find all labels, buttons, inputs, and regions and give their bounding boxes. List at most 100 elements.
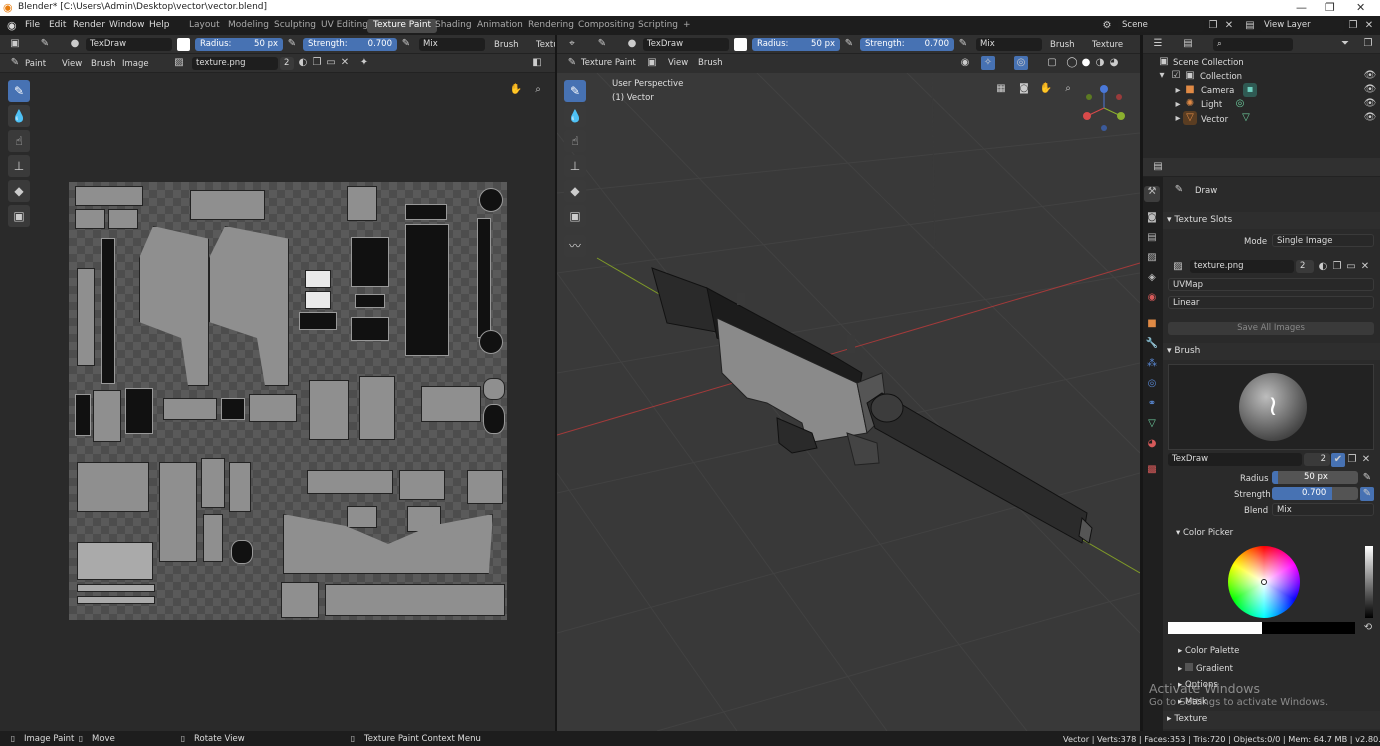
strength-slider[interactable]: Strength: 0.700 — [303, 38, 397, 51]
scene-copy-icon[interactable]: ❐ — [1206, 19, 1220, 33]
tab-uv-editing[interactable]: UV Editing — [315, 19, 374, 33]
slot-image-browse-icon[interactable]: ▨ — [1171, 260, 1185, 274]
outliner-collection[interactable]: Collection — [1200, 72, 1242, 82]
viewport-brush-menu-2[interactable]: Brush — [698, 58, 723, 68]
output-tab-icon[interactable]: ▤ — [1144, 232, 1160, 248]
brush-preview[interactable]: ≀ — [1168, 364, 1374, 450]
viewport-blend-dropdown[interactable]: Mix — [976, 38, 1042, 51]
menu-file[interactable]: File — [25, 20, 40, 30]
menu-help[interactable]: Help — [149, 20, 170, 30]
color-swap-icon[interactable]: ⟲ — [1361, 621, 1375, 635]
wireframe-shading-icon[interactable]: ◯ — [1065, 56, 1079, 70]
annotate-tool-button[interactable]: 〰 — [564, 235, 586, 257]
brush-name-field-props[interactable]: TexDraw — [1168, 453, 1302, 466]
tab-texture-paint[interactable]: Texture Paint — [367, 19, 438, 33]
collection-expand-icon[interactable]: ▾ — [1155, 69, 1169, 83]
add-workspace-button[interactable]: + — [677, 19, 697, 33]
constraints-tab-icon[interactable]: ⚭ — [1144, 398, 1160, 414]
viewport-mode-dropdown[interactable]: Texture Paint — [581, 58, 636, 68]
outliner-light[interactable]: Light — [1201, 100, 1222, 110]
zoom-view-icon[interactable]: ⌕ — [531, 83, 545, 97]
viewport-view-menu[interactable]: View — [668, 58, 688, 68]
viewport-pan-icon[interactable]: ✋ — [1039, 82, 1053, 96]
brush-name-field[interactable]: TexDraw — [86, 38, 172, 51]
properties-editor-type-icon[interactable]: ▤ — [1151, 160, 1165, 174]
brush-panel-header[interactable]: ▾ Brush — [1163, 343, 1380, 360]
data-tab-icon[interactable]: ▽ — [1144, 418, 1160, 434]
vector-visibility-icon[interactable]: 👁 — [1363, 111, 1377, 125]
pan-view-icon[interactable]: ✋ — [509, 83, 523, 97]
props-strength-slider[interactable]: 0.700 — [1272, 487, 1358, 500]
world-tab-icon[interactable]: ◉ — [1144, 292, 1160, 308]
texture-paint-mode-icon[interactable]: ✎ — [565, 56, 579, 70]
color-picker-header[interactable]: ▾ Color Picker — [1176, 528, 1233, 538]
image-brush-menu[interactable]: Brush — [91, 59, 116, 69]
gizmo-toggle-icon[interactable]: ✧ — [981, 56, 995, 70]
draw-tool-button[interactable]: ✎ — [8, 80, 30, 102]
soften-tool-button[interactable]: 💧 — [8, 105, 30, 127]
viewport-zoom-icon[interactable]: ⌕ — [1061, 82, 1075, 96]
view-layer-copy-icon[interactable]: ❐ — [1346, 19, 1360, 33]
clone-tool-button[interactable]: ⊥ — [8, 155, 30, 177]
texture-panel-header[interactable]: ▸ Texture — [1163, 711, 1380, 729]
physics-tab-icon[interactable]: ◎ — [1144, 378, 1160, 394]
props-radius-pressure-icon[interactable]: ✎ — [1360, 471, 1374, 485]
camera-view-icon[interactable]: ◙ — [1017, 82, 1031, 96]
viewport-color-swatch[interactable] — [734, 38, 747, 51]
tab-layout[interactable]: Layout — [183, 19, 226, 33]
color-wheel[interactable] — [1228, 546, 1300, 618]
object-tab-icon[interactable]: ■ — [1144, 318, 1160, 334]
color-cursor[interactable] — [1261, 579, 1267, 585]
viewport-draw-tool-button[interactable]: ✎ — [564, 80, 586, 102]
viewport-editor-type-icon[interactable]: ⌖ — [565, 37, 579, 51]
viewport-radius-pressure-icon[interactable]: ✎ — [842, 37, 856, 51]
props-blend-dropdown[interactable]: Mix — [1272, 503, 1374, 516]
gradient-header[interactable]: ▸ Gradient — [1178, 663, 1233, 674]
viewport-smear-tool-button[interactable]: ☝ — [564, 130, 586, 152]
editor-type-icon[interactable]: ▣ — [8, 37, 22, 51]
viewport-strength-pressure-icon[interactable]: ✎ — [956, 37, 970, 51]
tab-sculpting[interactable]: Sculpting — [268, 19, 322, 33]
sidebar-toggle-icon[interactable]: ◧ — [530, 56, 544, 70]
interpolation-dropdown[interactable]: Linear — [1168, 296, 1374, 309]
image-editor-canvas[interactable]: ✎ 💧 ☝ ⊥ ◆ ▣ ✋ ⌕ — [0, 73, 555, 731]
view-layer-icon[interactable]: ▤ — [1243, 19, 1257, 33]
image-users-count[interactable]: 2 — [280, 57, 294, 70]
props-strength-pressure-icon[interactable]: ✎ — [1360, 487, 1374, 501]
slot-image-users[interactable]: 2 — [1296, 260, 1314, 273]
gradient-checkbox-icon[interactable] — [1184, 663, 1193, 671]
smear-tool-button[interactable]: ☝ — [8, 130, 30, 152]
fill-tool-button[interactable]: ◆ — [8, 180, 30, 202]
viewport-fill-tool-button[interactable]: ◆ — [564, 180, 586, 202]
image-view-menu[interactable]: View — [62, 59, 82, 69]
maximize-icon[interactable]: ❐ — [1325, 1, 1335, 14]
brush-fake-user-icon[interactable]: ✔ — [1331, 453, 1345, 467]
collection-checkbox-icon[interactable]: ☑ — [1169, 69, 1183, 83]
paint-mode-dropdown[interactable]: Paint — [25, 59, 46, 69]
outliner-scene-collection[interactable]: Scene Collection — [1173, 58, 1244, 68]
rendered-shading-icon[interactable]: ◕ — [1107, 56, 1121, 70]
tab-animation[interactable]: Animation — [471, 19, 529, 33]
outliner-camera[interactable]: Camera — [1201, 86, 1234, 96]
filter-icon[interactable]: ⏷ — [1338, 37, 1352, 51]
modifier-tab-icon[interactable]: 🔧 — [1144, 338, 1160, 354]
overlay-toggle-icon[interactable]: ◎ — [1014, 56, 1028, 70]
save-all-images-button[interactable]: Save All Images — [1168, 322, 1374, 335]
texture-tab-icon[interactable]: ▩ — [1144, 464, 1160, 480]
brush-browse-icon[interactable]: ● — [68, 37, 82, 51]
viewport-soften-tool-button[interactable]: 💧 — [564, 105, 586, 127]
unlink-image-icon[interactable]: ✕ — [338, 56, 352, 70]
material-tab-icon[interactable]: ◕ — [1144, 438, 1160, 454]
viewport-clone-tool-button[interactable]: ⊥ — [564, 155, 586, 177]
primary-color[interactable] — [1168, 622, 1262, 634]
solid-shading-icon[interactable]: ● — [1079, 56, 1093, 70]
brush-menu[interactable]: Brush — [494, 40, 519, 50]
brush-unlink-icon[interactable]: ✕ — [1359, 453, 1373, 467]
paint-mode-icon[interactable]: ✎ — [8, 56, 22, 70]
mode-dropdown[interactable]: Single Image — [1272, 234, 1374, 247]
fake-user-icon[interactable]: ◐ — [296, 56, 310, 70]
scene-selector[interactable]: Scene — [1118, 19, 1204, 32]
outliner-vector[interactable]: Vector — [1201, 115, 1228, 125]
scene-tab-icon[interactable]: ◈ — [1144, 272, 1160, 288]
viewport-texture-menu[interactable]: Texture — [1092, 40, 1123, 50]
